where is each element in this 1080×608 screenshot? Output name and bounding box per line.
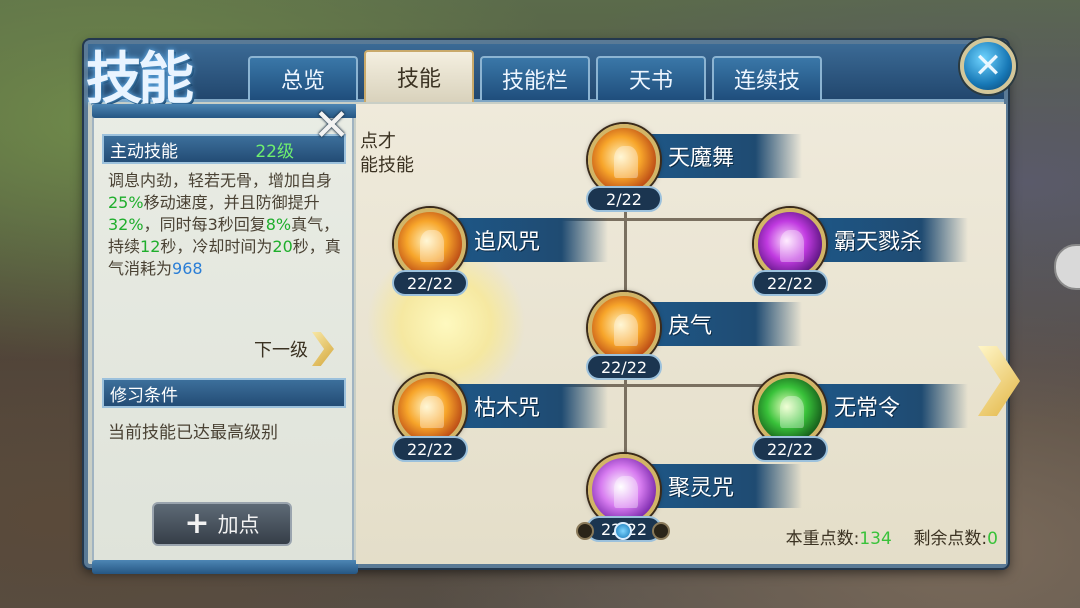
skill-node[interactable]: 霸天戮杀 22/22: [750, 208, 970, 298]
next-level-button[interactable]: 下一级: [254, 332, 334, 366]
skill-description: 调息内劲，轻若无骨，增加自身 25%移动速度，并且防御提升 32%，同时每3秒回复8…: [108, 170, 342, 280]
skill-node[interactable]: 无常令 22/22: [750, 374, 970, 464]
skill-level: 22级: [255, 141, 294, 162]
requirement-header: 修习条件: [102, 378, 346, 408]
remaining-points-label: 剩余点数:: [913, 529, 988, 549]
description-part: 968: [172, 259, 203, 278]
panel-bottom-bar: [92, 560, 358, 574]
window-header: 技能 总览 技能 技能栏 天书 连续技 ✕: [86, 38, 1016, 112]
plus-icon: +: [184, 506, 210, 541]
description-part: 8%: [265, 215, 292, 234]
tab-skill-bar[interactable]: 技能栏: [480, 56, 590, 100]
spent-points-label: 本重点数:: [785, 529, 860, 549]
description-part: ，同时每3秒回复: [143, 215, 266, 234]
close-detail-icon[interactable]: ✕: [313, 104, 350, 148]
page-dot[interactable]: [576, 522, 594, 540]
spent-points-value: 134: [859, 529, 892, 549]
tab-overview[interactable]: 总览: [248, 56, 358, 100]
skill-name: 天魔舞: [668, 146, 735, 171]
requirement-title: 修习条件: [110, 385, 178, 406]
tab-skills[interactable]: 技能: [364, 50, 474, 102]
skill-tree: 点才 能技能 天魔舞 2/22 追风咒 22/22 霸天戮杀 22/22 戾气 …: [356, 104, 1020, 564]
skill-node[interactable]: 追风咒 22/22: [390, 208, 610, 298]
requirement-text: 当前技能已达最高级别: [108, 423, 278, 443]
description-part: 25%: [108, 193, 144, 212]
skill-count: 22/22: [392, 436, 468, 462]
description-part: 秒，冷却时间为: [160, 237, 273, 256]
remaining-points-value: 0: [987, 529, 998, 549]
description-part: 移动速度，并且防御提升: [143, 193, 320, 212]
partial-line-1: 点才: [360, 131, 396, 152]
skill-count: 22/22: [392, 270, 468, 296]
add-point-label: 加点: [217, 513, 260, 537]
description-part: 20: [272, 237, 293, 256]
skill-name: 戾气: [668, 314, 713, 339]
tab-heavenly-book[interactable]: 天书: [596, 56, 706, 100]
description-part: 调息内劲，轻若无骨，增加自身: [108, 171, 333, 190]
partial-text: 点才 能技能: [360, 130, 414, 178]
skill-node[interactable]: 戾气 22/22: [584, 292, 804, 382]
skill-name: 聚灵咒: [668, 476, 735, 501]
page-dot-active[interactable]: [614, 522, 632, 540]
skill-name: 枯木咒: [474, 396, 541, 421]
skill-name: 无常令: [834, 396, 901, 421]
page-indicator: [576, 522, 670, 540]
chevron-right-icon: [312, 332, 334, 366]
skill-node[interactable]: 天魔舞 2/22: [584, 124, 804, 214]
skill-node[interactable]: 枯木咒 22/22: [390, 374, 610, 464]
skill-type-header: 主动技能 22级: [102, 134, 346, 164]
window-title: 技能: [86, 46, 194, 112]
skill-detail-panel: 主动技能 22级 ✕ 调息内劲，轻若无骨，增加自身 25%移动速度，并且防御提升 3…: [92, 104, 358, 574]
points-summary: 本重点数:134 剩余点数:0: [786, 524, 998, 549]
page-dot[interactable]: [652, 522, 670, 540]
description-part: 12: [140, 237, 161, 256]
tab-combo[interactable]: 连续技: [712, 56, 822, 100]
next-level-label: 下一级: [254, 340, 308, 361]
close-icon[interactable]: ✕: [960, 38, 1016, 94]
skill-name: 追风咒: [474, 230, 541, 255]
skill-name: 霸天戮杀: [834, 230, 923, 255]
skill-type-label: 主动技能: [110, 141, 178, 162]
skill-window: 技能 总览 技能 技能栏 天书 连续技 ✕ 主动技能 22级 ✕ 调息内劲，轻若…: [84, 38, 1020, 574]
partial-line-2: 能技能: [360, 155, 414, 176]
add-point-button[interactable]: + 加点: [152, 502, 292, 546]
description-part: 32%: [108, 215, 144, 234]
connector-line: [624, 204, 627, 302]
